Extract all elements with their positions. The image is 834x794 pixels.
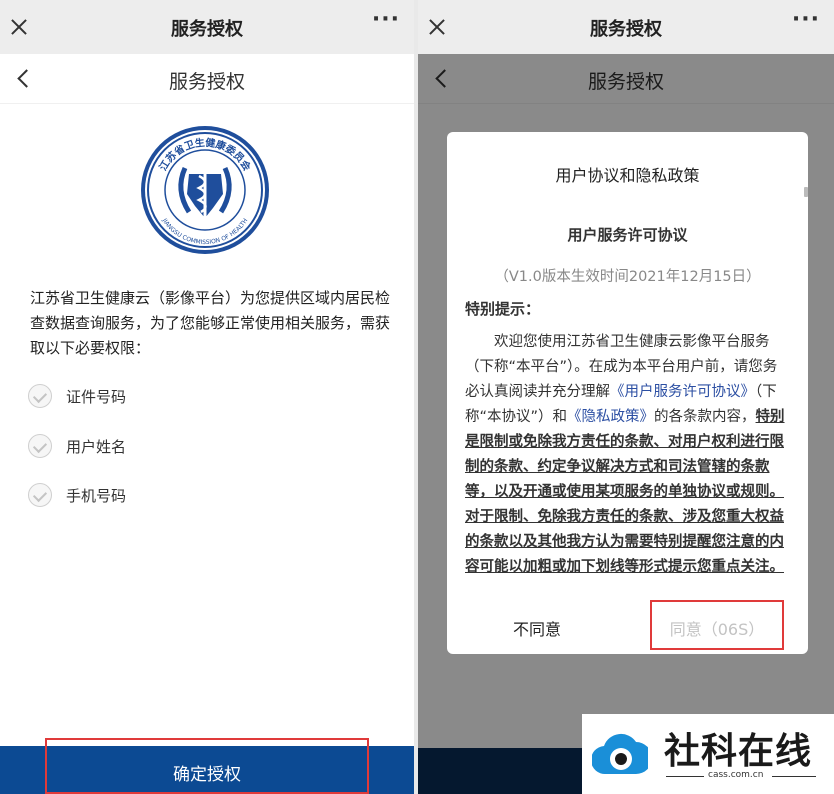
more-icon[interactable]: ··· bbox=[792, 9, 820, 31]
page-title: 服务授权 bbox=[168, 71, 245, 93]
disagree-button[interactable]: 不同意 bbox=[447, 616, 627, 640]
window-title: 服务授权 bbox=[171, 19, 243, 40]
nav-bar: 服务授权 bbox=[0, 54, 414, 104]
dialog-title: 用户协议和隐私政策 bbox=[555, 166, 700, 185]
check-icon bbox=[28, 434, 52, 458]
agreement-body: 欢迎您使用江苏省卫生健康云影像平台服务（下称“本平台”）。在成为本平台用户前，请… bbox=[465, 330, 789, 580]
divider bbox=[772, 776, 816, 777]
window-title: 服务授权 bbox=[590, 19, 662, 40]
wechat-title-bar: 服务授权 ··· bbox=[418, 0, 834, 54]
permission-label: 手机号码 bbox=[66, 487, 127, 505]
cloud-logo-icon bbox=[592, 733, 648, 775]
health-commission-logo: 江苏省卫生健康委员会 JIANGSU COMMISSION OF HEALTH bbox=[141, 126, 269, 254]
right-screen: 服务授权 ··· 服务授权 用户协议和隐私政策 用户服务许可协议 （V1.0版本… bbox=[418, 0, 834, 794]
agreement-dialog: 用户协议和隐私政策 用户服务许可协议 （V1.0版本生效时间2021年12月15… bbox=[447, 132, 808, 654]
permission-label: 证件号码 bbox=[66, 388, 127, 406]
check-icon bbox=[28, 384, 52, 408]
check-icon bbox=[28, 483, 52, 507]
agreement-text: 的各条款内容， bbox=[654, 409, 756, 425]
watermark-url: cass.com.cn bbox=[708, 770, 764, 780]
watermark-text: 社科在线 bbox=[664, 731, 813, 772]
agreement-version: （V1.0版本生效时间2021年12月15日） bbox=[494, 269, 761, 285]
watermark: 社科在线 cass.com.cn bbox=[582, 714, 834, 794]
agreement-bold-text: 特别是限制或免除我方责任的条款、对用户权利进行限制的条款、约定争议解决方式和司法… bbox=[465, 409, 785, 575]
wechat-title-bar: 服务授权 ··· bbox=[0, 0, 414, 54]
privacy-policy-link[interactable]: 《隐私政策》 bbox=[567, 409, 654, 425]
agreement-title: 用户服务许可协议 bbox=[567, 226, 688, 244]
more-icon[interactable]: ··· bbox=[372, 9, 400, 31]
highlight-box bbox=[45, 738, 369, 794]
permission-description: 江苏省卫生健康云（影像平台）为您提供区域内居民检查数据查询服务，为了您能够正常使… bbox=[30, 289, 391, 357]
service-agreement-link[interactable]: 《用户服务许可协议》 bbox=[610, 384, 755, 400]
left-screen: 服务授权 ··· 服务授权 江苏省卫生健康委员会 JIANGSU COMMISS… bbox=[0, 0, 414, 794]
scrollbar[interactable] bbox=[804, 187, 808, 197]
permission-label: 用户姓名 bbox=[66, 438, 127, 456]
special-notice-heading: 特别提示： bbox=[465, 300, 541, 318]
highlight-box bbox=[650, 600, 784, 650]
divider bbox=[666, 776, 704, 777]
